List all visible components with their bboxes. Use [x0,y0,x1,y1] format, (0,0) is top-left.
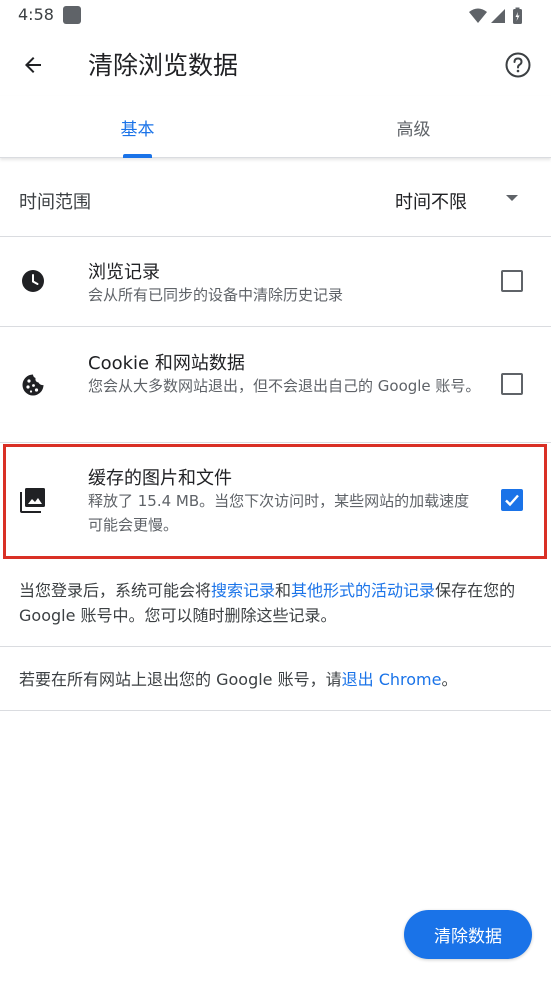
signal-icon [491,9,505,23]
option-browsing-history[interactable]: 浏览记录 会从所有已同步的设备中清除历史记录 [0,237,551,327]
sign-out-chrome-link[interactable]: 退出 Chrome [342,670,442,689]
toolbar: 清除浏览数据 [0,32,551,96]
cookie-icon [20,372,46,398]
info-text: 若要在所有网站上退出您的 Google 账号，请 [19,670,342,689]
checkmark-icon [505,494,519,507]
option-subtitle: 您会从大多数网站退出，但不会退出自己的 Google 账号。 [88,377,481,395]
info-signout-text: 若要在所有网站上退出您的 Google 账号，请退出 Chrome。 [19,667,534,692]
info-text: 。 [441,670,458,689]
time-range-value: 时间不限 [395,192,467,213]
checkbox-browsing-history[interactable] [501,270,523,292]
tab-bar: 基本 高级 [0,96,551,158]
time-range-selector[interactable]: 时间范围 时间不限 [0,158,551,237]
clear-data-button[interactable]: 清除数据 [404,910,532,959]
divider [0,646,551,647]
status-bar: 4:58 [0,0,551,32]
checkbox-cookies[interactable] [501,373,523,395]
page-title: 清除浏览数据 [88,51,239,80]
tab-basic[interactable]: 基本 [0,96,275,158]
tab-advanced[interactable]: 高级 [276,96,551,158]
clock-icon [20,268,46,294]
option-cached-files[interactable]: 缓存的图片和文件 释放了 15.4 MB。当您下次访问时，某些网站的加载速度可能… [0,443,551,563]
divider [0,710,551,711]
option-title: Cookie 和网站数据 [88,353,245,374]
other-activity-link[interactable]: 其他形式的活动记录 [291,581,435,600]
option-title: 浏览记录 [88,262,160,283]
wifi-icon [469,8,487,23]
help-icon [505,52,531,78]
image-stack-icon [20,487,46,513]
option-cookies[interactable]: Cookie 和网站数据 您会从大多数网站退出，但不会退出自己的 Google … [0,327,551,443]
dropdown-arrow-icon [506,195,518,201]
help-button[interactable] [499,46,537,84]
option-subtitle: 释放了 15.4 MB。当您下次访问时，某些网站的加载速度可能会更慢。 [88,492,470,534]
back-button[interactable] [14,46,52,84]
back-arrow-icon [25,57,41,73]
info-text: 和 [275,581,292,600]
option-title: 缓存的图片和文件 [88,468,232,489]
status-time: 4:58 [18,5,54,24]
battery-icon [513,7,522,24]
info-text: 当您登录后，系统可能会将 [19,581,212,600]
info-activity-text: 当您登录后，系统可能会将搜索记录和其他形式的活动记录保存在您的 Google 账… [19,578,534,628]
app-notification-icon [63,6,81,24]
option-subtitle: 会从所有已同步的设备中清除历史记录 [88,286,344,304]
search-history-link[interactable]: 搜索记录 [211,581,275,600]
time-range-label: 时间范围 [19,192,91,213]
checkbox-cached-files[interactable] [501,489,523,511]
status-icons [467,6,537,30]
